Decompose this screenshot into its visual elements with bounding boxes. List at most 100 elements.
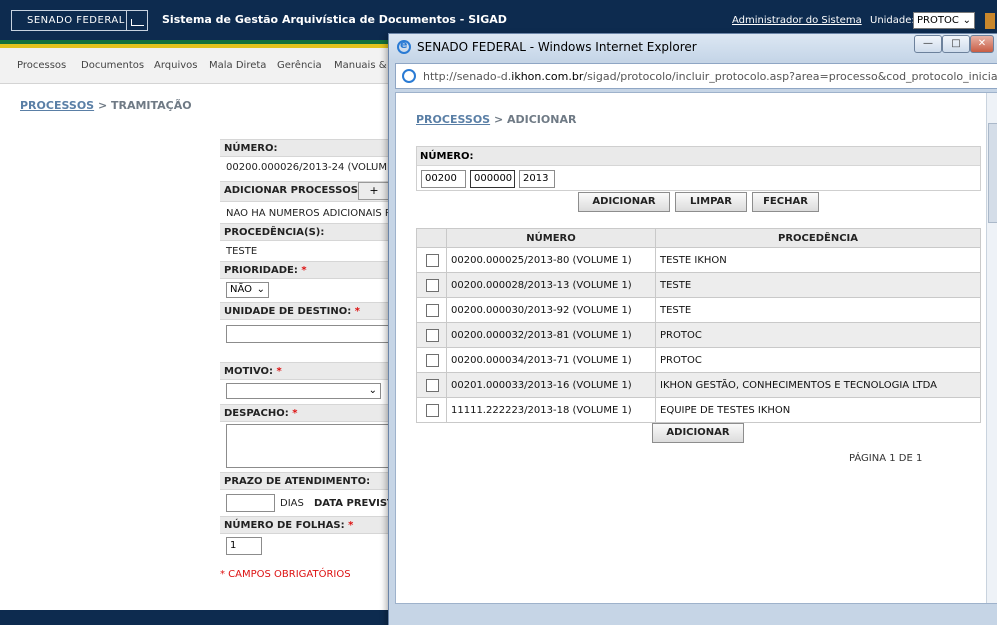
menu-item-processos[interactable]: Processos: [17, 60, 66, 71]
row-checkbox[interactable]: [426, 403, 439, 417]
senado-logo[interactable]: SENADO FEDERAL: [11, 10, 148, 31]
folhas-input[interactable]: 1: [226, 537, 262, 555]
popup-breadcrumb-processos-link[interactable]: PROCESSOS: [416, 113, 490, 126]
row-checkbox[interactable]: [426, 353, 439, 367]
prioridade-select[interactable]: NÃO ⌄: [226, 282, 269, 298]
menu-item-mala-direta[interactable]: Mala Direta: [209, 60, 266, 71]
numero-part2-input[interactable]: 000000: [470, 170, 515, 188]
row-checkbox[interactable]: [426, 378, 439, 392]
numero-cell: 11111.222223/2013-18 (VOLUME 1): [446, 397, 656, 423]
adicionar-processos-text: ADICIONAR PROCESSOS:: [224, 185, 362, 196]
numero-cell: 00200.000028/2013-13 (VOLUME 1): [446, 272, 656, 298]
chevron-down-icon: ⌄: [368, 385, 377, 396]
exit-icon[interactable]: [985, 13, 995, 29]
admin-link[interactable]: Administrador do Sistema: [732, 15, 862, 26]
procedencia-cell: IKHON GESTÃO, CONHECIMENTOS E TECNOLOGIA…: [655, 372, 981, 398]
motivo-select[interactable]: ⌄: [226, 383, 381, 399]
prazo-dias-input[interactable]: [226, 494, 275, 512]
table-row: 00200.000032/2013-81 (VOLUME 1) PROTOC: [416, 322, 981, 348]
menu-item-arquivos[interactable]: Arquivos: [154, 60, 198, 71]
popup-breadcrumb: PROCESSOS > ADICIONAR: [416, 113, 576, 126]
prazo-label: PRAZO DE ATENDIMENTO:: [220, 472, 400, 490]
unidade-destino-label: UNIDADE DE DESTINO: *: [220, 302, 400, 320]
row-select-cell: [416, 297, 447, 323]
menu-item-documentos[interactable]: Documentos: [81, 60, 144, 71]
vertical-scrollbar[interactable]: [986, 93, 997, 603]
row-select-cell: [416, 272, 447, 298]
row-checkbox[interactable]: [426, 253, 439, 267]
menu-item-manuais[interactable]: Manuais &: [334, 60, 387, 71]
status-bar: [395, 606, 997, 625]
procedencia-column-header: PROCEDÊNCIA: [655, 228, 981, 248]
table-header-row: NÚMERO PROCEDÊNCIA: [416, 228, 981, 248]
row-checkbox[interactable]: [426, 303, 439, 317]
prioridade-value: NÃO: [230, 284, 253, 295]
procedencia-cell: TESTE IKHON: [655, 247, 981, 273]
table-row: 00200.000028/2013-13 (VOLUME 1) TESTE: [416, 272, 981, 298]
add-process-button[interactable]: +: [358, 182, 390, 200]
popup-numero-label: NÚMERO:: [417, 147, 980, 166]
menu-item-gerencia[interactable]: Gerência: [277, 60, 322, 71]
window-titlebar[interactable]: SENADO FEDERAL - Windows Internet Explor…: [389, 34, 997, 60]
table-row: 00200.000030/2013-92 (VOLUME 1) TESTE: [416, 297, 981, 323]
internet-explorer-icon: [397, 38, 411, 54]
despacho-text: DESPACHO:: [224, 408, 289, 419]
folhas-label: NÚMERO DE FOLHAS: *: [220, 516, 400, 534]
select-column-header: [416, 228, 447, 248]
numero-filter: NÚMERO: 00200 000000 2013: [416, 146, 981, 191]
table-row: 00200.000025/2013-80 (VOLUME 1) TESTE IK…: [416, 247, 981, 273]
url-suffix: /sigad/protocolo/incluir_protocolo.asp?a…: [583, 70, 997, 83]
motivo-label: MOTIVO: *: [220, 362, 400, 380]
scrollbar-thumb[interactable]: [988, 123, 997, 223]
procedencia-cell: TESTE: [655, 297, 981, 323]
despacho-textarea[interactable]: [226, 424, 396, 468]
adicionar-selected-button[interactable]: ADICIONAR: [652, 423, 744, 443]
numero-column-header: NÚMERO: [446, 228, 656, 248]
despacho-label: DESPACHO: *: [220, 404, 400, 422]
breadcrumb: PROCESSOS > TRAMITAÇÃO: [20, 99, 192, 112]
table-row: 11111.222223/2013-18 (VOLUME 1) EQUIPE D…: [416, 397, 981, 423]
unidade-destino-text: UNIDADE DE DESTINO:: [224, 306, 352, 317]
procedencia-cell: PROTOC: [655, 347, 981, 373]
fechar-button[interactable]: FECHAR: [752, 192, 819, 212]
unidade-destino-input[interactable]: [226, 325, 396, 343]
row-checkbox[interactable]: [426, 278, 439, 292]
numero-part1-input[interactable]: 00200: [421, 170, 466, 188]
system-title: Sistema de Gestão Arquivística de Docume…: [162, 13, 507, 26]
row-select-cell: [416, 372, 447, 398]
numero-cell: 00200.000025/2013-80 (VOLUME 1): [446, 247, 656, 273]
minimize-button[interactable]: —: [914, 35, 942, 53]
unit-value: PROTOC: [917, 15, 959, 26]
breadcrumb-processos-link[interactable]: PROCESSOS: [20, 99, 94, 112]
prioridade-label: PRIORIDADE: *: [220, 261, 400, 279]
numero-cell: 00200.000032/2013-81 (VOLUME 1): [446, 322, 656, 348]
screen: SENADO FEDERAL Sistema de Gestão Arquiví…: [0, 0, 997, 625]
page-icon: [402, 69, 416, 83]
maximize-button[interactable]: □: [942, 35, 970, 53]
numero-label: NÚMERO:: [220, 139, 400, 157]
row-select-cell: [416, 322, 447, 348]
procedencia-cell: PROTOC: [655, 322, 981, 348]
address-bar[interactable]: http://senado-d.ikhon.com.br/sigad/proto…: [395, 63, 997, 89]
popup-breadcrumb-current: > ADICIONAR: [490, 113, 577, 126]
row-checkbox[interactable]: [426, 328, 439, 342]
numero-value: 00200.000026/2013-24 (VOLUME 1): [226, 162, 400, 173]
url-domain: ikhon.com.br: [511, 70, 584, 83]
prioridade-text: PRIORIDADE:: [224, 265, 298, 276]
close-button[interactable]: ✕: [970, 35, 994, 53]
logo-text: SENADO FEDERAL: [27, 15, 125, 26]
limpar-button[interactable]: LIMPAR: [675, 192, 747, 212]
numero-part3-input[interactable]: 2013: [519, 170, 555, 188]
unit-label: Unidade:: [870, 15, 915, 26]
ie-popup-window: SENADO FEDERAL - Windows Internet Explor…: [388, 33, 997, 625]
results-table: NÚMERO PROCEDÊNCIA 00200.000025/2013-80 …: [416, 228, 981, 423]
procedencia-cell: EQUIPE DE TESTES IKHON: [655, 397, 981, 423]
procedencia-value: TESTE: [226, 246, 258, 257]
adicionar-button[interactable]: ADICIONAR: [578, 192, 670, 212]
table-row: 00200.000034/2013-71 (VOLUME 1) PROTOC: [416, 347, 981, 373]
motivo-text: MOTIVO:: [224, 366, 274, 377]
required-marker: *: [292, 408, 298, 419]
unit-select[interactable]: PROTOC ⌄: [913, 12, 975, 29]
required-marker: *: [276, 366, 282, 377]
url-text: http://senado-d.ikhon.com.br/sigad/proto…: [423, 70, 997, 83]
